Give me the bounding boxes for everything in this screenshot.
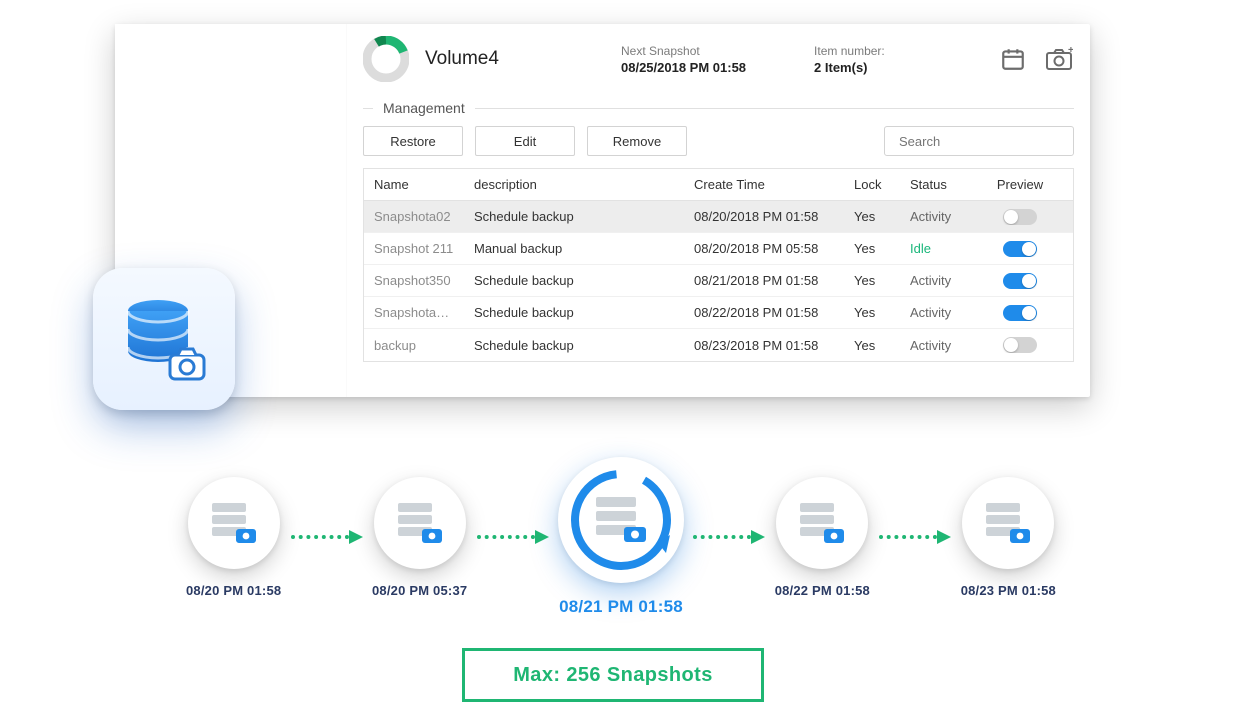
cell-preview — [984, 273, 1056, 289]
table-row[interactable]: Snapshota02Schedule backup08/20/2018 PM … — [364, 201, 1073, 233]
preview-toggle[interactable] — [1003, 241, 1037, 257]
timeline-arrow — [684, 530, 775, 544]
cell-status: Activity — [900, 209, 984, 224]
timeline-node-label: 08/22 PM 01:58 — [775, 583, 870, 598]
timeline-node[interactable]: 08/22 PM 01:58 — [775, 477, 870, 598]
max-snapshots-box: Max: 256 Snapshots — [462, 648, 764, 702]
table-row[interactable]: Snapshota353Schedule backup08/22/2018 PM… — [364, 297, 1073, 329]
table-header: Name description Create Time Lock Status… — [364, 169, 1073, 201]
management-section-header: Management — [363, 100, 1074, 116]
management-toolbar: Restore Edit Remove — [363, 126, 1074, 156]
timeline-node-label: 08/21 PM 01:58 — [559, 597, 683, 617]
timeline-node-circle — [776, 477, 868, 569]
item-number-block: Item number: 2 Item(s) — [814, 44, 885, 75]
table-body: Snapshota02Schedule backup08/20/2018 PM … — [364, 201, 1073, 361]
panel-main: Volume4 Next Snapshot 08/25/2018 PM 01:5… — [347, 24, 1090, 397]
cell-status: Activity — [900, 273, 984, 288]
search-box[interactable] — [884, 126, 1074, 156]
cell-description: Schedule backup — [464, 273, 684, 288]
preview-toggle[interactable] — [1003, 273, 1037, 289]
timeline-node-circle — [962, 477, 1054, 569]
search-input[interactable] — [899, 134, 1075, 149]
timeline-node[interactable]: 08/20 PM 01:58 — [186, 477, 281, 598]
snapshot-table: Name description Create Time Lock Status… — [363, 168, 1074, 362]
cell-create-time: 08/20/2018 PM 01:58 — [684, 209, 844, 224]
cell-lock: Yes — [844, 305, 900, 320]
col-description[interactable]: description — [464, 177, 684, 192]
col-preview[interactable]: Preview — [984, 177, 1056, 192]
cell-create-time: 08/21/2018 PM 01:58 — [684, 273, 844, 288]
col-lock[interactable]: Lock — [844, 177, 900, 192]
timeline-node-circle — [558, 457, 684, 583]
cell-description: Manual backup — [464, 241, 684, 256]
timeline-node-circle — [374, 477, 466, 569]
snapshot-app-icon — [93, 268, 235, 410]
preview-toggle[interactable] — [1003, 209, 1037, 225]
cell-preview — [984, 305, 1056, 321]
col-status[interactable]: Status — [900, 177, 984, 192]
take-snapshot-icon[interactable]: + — [1044, 44, 1074, 74]
timeline-node-circle — [188, 477, 280, 569]
preview-toggle[interactable] — [1003, 337, 1037, 353]
cell-name: Snapshot 211 — [364, 241, 464, 256]
snapshot-timeline: 08/20 PM 01:58 08/20 PM 05:37 08/21 PM 01:… — [186, 442, 1056, 632]
cell-lock: Yes — [844, 338, 900, 353]
cell-description: Schedule backup — [464, 305, 684, 320]
cell-description: Schedule backup — [464, 209, 684, 224]
cell-name: backup — [364, 338, 464, 353]
table-row[interactable]: backupSchedule backup08/23/2018 PM 01:58… — [364, 329, 1073, 361]
cell-create-time: 08/23/2018 PM 01:58 — [684, 338, 844, 353]
cell-name: Snapshota353 — [364, 305, 464, 320]
col-create-time[interactable]: Create Time — [684, 177, 844, 192]
management-title: Management — [383, 100, 465, 116]
table-row[interactable]: Snapshot350Schedule backup08/21/2018 PM … — [364, 265, 1073, 297]
cell-name: Snapshota02 — [364, 209, 464, 224]
timeline-arrow — [281, 530, 372, 544]
next-snapshot-label: Next Snapshot — [621, 44, 746, 58]
timeline-node-label: 08/20 PM 05:37 — [372, 583, 467, 598]
schedule-icon[interactable] — [998, 44, 1028, 74]
restore-button[interactable]: Restore — [363, 126, 463, 156]
timeline-node[interactable]: 08/20 PM 05:37 — [372, 477, 467, 598]
timeline-node[interactable]: 08/21 PM 01:58 — [558, 457, 684, 617]
volume-header: Volume4 Next Snapshot 08/25/2018 PM 01:5… — [363, 34, 1074, 96]
cell-lock: Yes — [844, 241, 900, 256]
volume-title: Volume4 — [425, 48, 605, 70]
cell-preview — [984, 337, 1056, 353]
item-number-value: 2 Item(s) — [814, 60, 885, 75]
cell-status: Idle — [900, 241, 984, 256]
cell-lock: Yes — [844, 273, 900, 288]
max-snapshots-label: Max: 256 Snapshots — [513, 664, 713, 687]
edit-button[interactable]: Edit — [475, 126, 575, 156]
cell-status: Activity — [900, 338, 984, 353]
cell-create-time: 08/20/2018 PM 05:58 — [684, 241, 844, 256]
cell-create-time: 08/22/2018 PM 01:58 — [684, 305, 844, 320]
timeline-node[interactable]: 08/23 PM 01:58 — [961, 477, 1056, 598]
cell-preview — [984, 241, 1056, 257]
timeline-arrow — [467, 530, 558, 544]
next-snapshot-value: 08/25/2018 PM 01:58 — [621, 60, 746, 75]
item-number-label: Item number: — [814, 44, 885, 58]
next-snapshot-block: Next Snapshot 08/25/2018 PM 01:58 — [621, 44, 746, 75]
cell-preview — [984, 209, 1056, 225]
table-row[interactable]: Snapshot 211Manual backup08/20/2018 PM 0… — [364, 233, 1073, 265]
preview-toggle[interactable] — [1003, 305, 1037, 321]
col-name[interactable]: Name — [364, 177, 464, 192]
svg-text:+: + — [1068, 47, 1073, 56]
remove-button[interactable]: Remove — [587, 126, 687, 156]
timeline-node-label: 08/20 PM 01:58 — [186, 583, 281, 598]
cell-status: Activity — [900, 305, 984, 320]
timeline-arrow — [870, 530, 961, 544]
cell-lock: Yes — [844, 209, 900, 224]
cell-name: Snapshot350 — [364, 273, 464, 288]
snapshot-management-panel: Volume4 Next Snapshot 08/25/2018 PM 01:5… — [115, 24, 1090, 397]
cell-description: Schedule backup — [464, 338, 684, 353]
timeline-node-label: 08/23 PM 01:58 — [961, 583, 1056, 598]
volume-donut-icon — [363, 36, 409, 82]
